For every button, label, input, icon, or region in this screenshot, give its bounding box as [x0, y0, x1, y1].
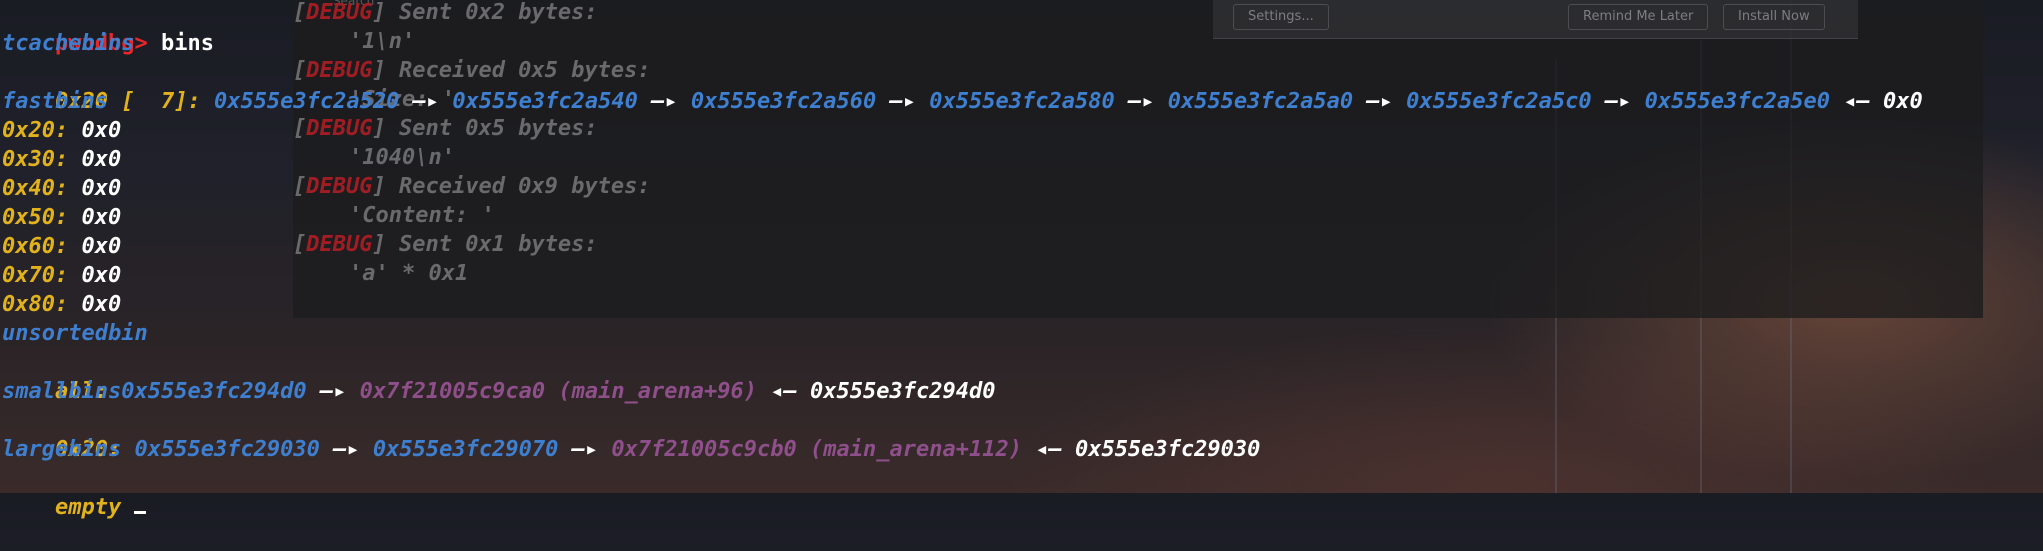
- fastbin-size: 0x40:: [2, 176, 69, 201]
- fastbin-row: 0x30: 0x0: [2, 145, 121, 174]
- debug-message: ] Sent 0x1 bytes:: [372, 232, 598, 257]
- right-arrow: —▸: [1366, 89, 1393, 114]
- fastbins-header: fastbins: [2, 89, 108, 114]
- fastbin-value: 0x0: [81, 118, 122, 143]
- right-arrow: —▸: [319, 379, 347, 404]
- fastbin-size: 0x60:: [2, 234, 69, 259]
- unsorted-back: 0x555e3fc294d0: [810, 379, 996, 404]
- tcachebins-header: tcachebins: [2, 31, 135, 56]
- fastbin-row: 0x40: 0x0: [2, 174, 121, 203]
- left-arrow: ◂—: [1843, 89, 1870, 114]
- fastbin-size: 0x50:: [2, 205, 69, 230]
- debug-log-line: [DEBUG] Received 0x9 bytes:: [293, 174, 651, 199]
- smallbin-row: 0x20: 0x555e3fc29030 —▸ 0x555e3fc29070 —…: [2, 406, 1260, 493]
- debug-tag: DEBUG: [306, 232, 373, 257]
- settings-button[interactable]: Settings...: [1233, 4, 1329, 30]
- update-toolbar: Settings... Remind Me Later Install Now: [1213, 0, 1858, 39]
- debug-message: ] Sent 0x2 bytes:: [372, 0, 598, 25]
- debug-tag: DEBUG: [306, 0, 373, 25]
- fastbin-size: 0x20:: [2, 118, 69, 143]
- fastbin-row: 0x20: 0x0: [2, 116, 121, 145]
- right-arrow: —▸: [412, 89, 440, 114]
- debug-log-line: '1\n': [349, 29, 415, 54]
- fastbin-size: 0x70:: [2, 263, 69, 288]
- smallbins-header: smallbins: [2, 379, 122, 404]
- debug-log-line: [DEBUG] Sent 0x2 bytes:: [293, 0, 598, 25]
- tcache-chunk-address: 0x555e3fc2a580: [929, 89, 1115, 114]
- tcache-chunk-address: 0x555e3fc2a5a0: [1167, 89, 1354, 114]
- unsorted-arena: 0x7f21005c9ca0 (main_arena+96): [359, 379, 758, 404]
- tcache-chunk-address: 0x555e3fc2a520: [213, 89, 400, 114]
- debug-payload: 'Content: ': [349, 203, 495, 228]
- right-arrow: —▸: [571, 437, 599, 462]
- right-arrow: —▸: [1604, 89, 1632, 114]
- debug-payload: 'a' * 0x1: [349, 261, 469, 286]
- largebins-value: empty: [54, 495, 122, 520]
- tcache-chunk-address: 0x555e3fc2a540: [452, 89, 638, 114]
- fastbin-row: 0x60: 0x0: [2, 232, 121, 261]
- command: bins: [160, 31, 214, 56]
- tcache-tail: 0x0: [1883, 89, 1923, 114]
- debug-log-line: 'Content: ': [349, 203, 495, 228]
- install-now-button[interactable]: Install Now: [1723, 4, 1825, 30]
- tcache-chunk-address: 0x555e3fc2a5e0: [1644, 89, 1831, 114]
- fastbin-size: 0x30:: [2, 147, 69, 172]
- right-arrow: —▸: [1127, 89, 1155, 114]
- unsortedbin-header: unsortedbin: [2, 321, 148, 346]
- right-arrow: —▸: [651, 89, 678, 114]
- smallbin-first: 0x555e3fc29030: [134, 437, 320, 462]
- fastbin-size: 0x80:: [2, 292, 69, 317]
- left-arrow: ◂—: [770, 379, 797, 404]
- debug-payload: '1040\n': [349, 145, 455, 170]
- debug-log-line: '1040\n': [349, 145, 455, 170]
- fastbin-row: 0x80: 0x0: [2, 290, 121, 319]
- fastbin-row: 0x70: 0x0: [2, 261, 121, 290]
- unsorted-first: 0x555e3fc294d0: [121, 379, 307, 404]
- debug-message: ] Received 0x9 bytes:: [372, 174, 651, 199]
- terminal-cursor: [134, 511, 147, 514]
- left-arrow: ◂—: [1035, 437, 1062, 462]
- tcache-chunk-address: 0x555e3fc2a560: [690, 89, 877, 114]
- smallbin-second: 0x555e3fc29070: [372, 437, 559, 462]
- fastbin-value: 0x0: [81, 234, 122, 259]
- fastbin-value: 0x0: [81, 292, 122, 317]
- remind-later-button[interactable]: Remind Me Later: [1568, 4, 1709, 30]
- tcache-chain: 0x555e3fc2a520 —▸ 0x555e3fc2a540 —▸ 0x55…: [214, 89, 1843, 114]
- fastbin-value: 0x0: [81, 147, 122, 172]
- smallbin-back: 0x555e3fc29030: [1074, 437, 1261, 462]
- largebins-header: largebins: [2, 437, 122, 462]
- fastbin-value: 0x0: [81, 176, 122, 201]
- debug-log-line: 'a' * 0x1: [349, 261, 468, 286]
- tcache-row: 0x20 [ 7]: 0x555e3fc2a520 —▸ 0x555e3fc2a…: [2, 58, 1923, 145]
- fastbin-value: 0x0: [81, 205, 122, 230]
- largebins-row: empty: [2, 464, 147, 551]
- smallbin-arena: 0x7f21005c9cb0 (main_arena+112): [611, 437, 1022, 462]
- tcache-chunk-address: 0x555e3fc2a5c0: [1406, 89, 1592, 114]
- right-arrow: —▸: [333, 437, 360, 462]
- fastbin-row: 0x50: 0x0: [2, 203, 121, 232]
- debug-tag: DEBUG: [306, 174, 373, 199]
- debug-payload: '1\n': [349, 29, 416, 54]
- tcache-count: [ 7]:: [121, 89, 201, 114]
- fastbin-value: 0x0: [81, 263, 122, 288]
- debug-log-line: [DEBUG] Sent 0x1 bytes:: [293, 232, 598, 257]
- debug-log-panel: Search Settings... Remind Me Later Insta…: [293, 0, 1983, 318]
- right-arrow: —▸: [889, 89, 917, 114]
